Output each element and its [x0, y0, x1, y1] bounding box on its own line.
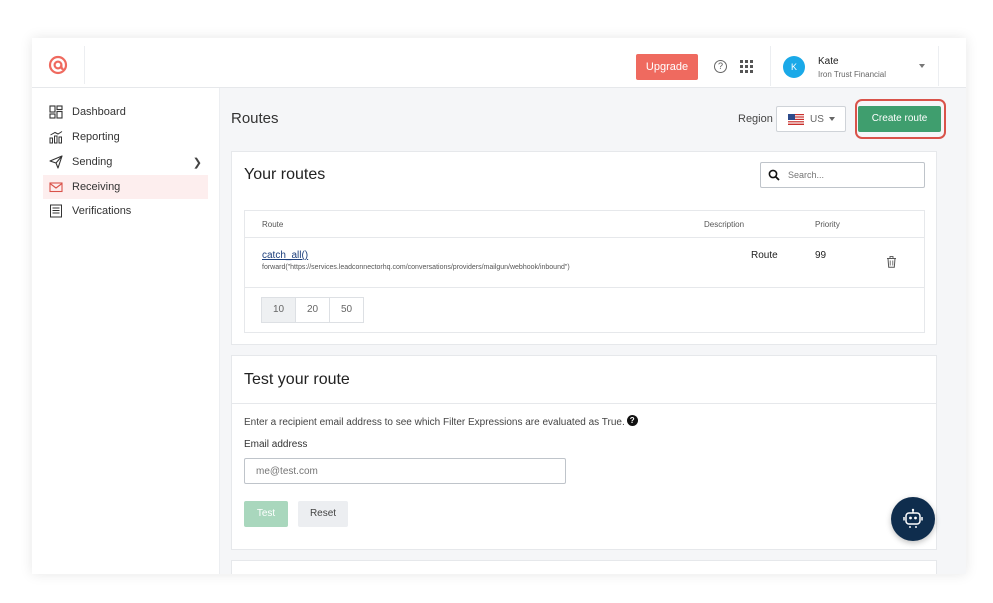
top-bar: Upgrade ? K Kate Iron Trust Financial	[32, 38, 966, 88]
routes-table: Route Description Priority catch_all() f…	[244, 210, 925, 333]
route-action: forward("https://services.leadconnectorh…	[262, 264, 570, 271]
divider	[770, 46, 771, 86]
robot-icon	[903, 508, 923, 528]
card-title: Your routes	[244, 166, 326, 183]
column-header-description: Description	[704, 220, 745, 229]
test-button[interactable]: Test	[244, 501, 288, 527]
search-input[interactable]	[788, 170, 918, 180]
sidebar-item-sending[interactable]: Sending ❯	[43, 150, 208, 174]
test-route-card: Test your route Enter a recipient email …	[231, 355, 937, 550]
route-description: Route	[751, 250, 778, 261]
us-flag-icon	[788, 113, 804, 125]
divider	[938, 46, 939, 86]
apps-grid-icon[interactable]	[740, 60, 753, 73]
sidebar-item-verifications[interactable]: Verifications	[43, 199, 208, 223]
test-description-text: Enter a recipient email address to see w…	[244, 417, 625, 428]
user-name[interactable]: Kate	[818, 56, 839, 67]
page-title: Routes	[231, 110, 279, 127]
user-organization: Iron Trust Financial	[818, 70, 887, 79]
card-title: Test your route	[244, 371, 350, 388]
avatar[interactable]: K	[783, 56, 805, 78]
sidebar-item-label: Reporting	[72, 131, 120, 143]
region-value: US	[810, 113, 824, 125]
sidebar-item-reporting[interactable]: Reporting	[43, 125, 208, 149]
mail-icon	[49, 182, 63, 193]
page-size-50[interactable]: 50	[329, 297, 364, 323]
sidebar-item-label: Sending	[72, 156, 113, 168]
region-select[interactable]: US	[776, 106, 846, 132]
mailgun-logo-icon[interactable]	[48, 55, 68, 75]
info-icon[interactable]: ?	[626, 415, 638, 426]
trash-icon[interactable]	[886, 256, 897, 268]
list-icon	[50, 204, 62, 218]
divider	[84, 46, 85, 84]
next-card	[231, 560, 937, 574]
sidebar-item-label: Receiving	[72, 181, 121, 193]
region-label: Region	[738, 113, 773, 125]
routes-card: Your routes Route Description Priority c…	[231, 151, 937, 345]
email-label: Email address	[244, 439, 308, 450]
help-icon[interactable]: ?	[714, 60, 727, 73]
sidebar-item-label: Verifications	[72, 205, 132, 217]
column-header-route: Route	[262, 220, 284, 229]
divider	[245, 287, 924, 288]
email-field[interactable]	[244, 458, 566, 484]
column-header-priority: Priority	[815, 220, 840, 229]
search-icon	[768, 169, 780, 181]
test-description: Enter a recipient email address to see w…	[244, 415, 638, 428]
page-size-20[interactable]: 20	[295, 297, 330, 323]
divider	[232, 403, 936, 404]
route-expression-link[interactable]: catch_all()	[262, 250, 308, 261]
sidebar-item-label: Dashboard	[72, 106, 126, 118]
create-route-button[interactable]: Create route	[858, 106, 941, 132]
chart-icon	[49, 131, 63, 144]
chat-bot-button[interactable]	[891, 497, 935, 541]
upgrade-button[interactable]: Upgrade	[636, 54, 698, 80]
app-window: Upgrade ? K Kate Iron Trust Financial Da…	[32, 38, 966, 574]
page-size-selector: 10 20 50	[261, 297, 364, 323]
sidebar-item-receiving[interactable]: Receiving	[43, 175, 208, 199]
route-priority: 99	[815, 250, 827, 261]
divider	[245, 237, 924, 238]
caret-down-icon	[828, 117, 835, 121]
dashboard-icon	[49, 105, 63, 119]
chevron-down-icon[interactable]	[919, 64, 925, 68]
reset-button[interactable]: Reset	[298, 501, 348, 527]
page-size-10[interactable]: 10	[261, 297, 296, 323]
search-box[interactable]	[760, 162, 925, 188]
sidebar-item-dashboard[interactable]: Dashboard	[43, 100, 208, 124]
send-icon	[49, 155, 63, 169]
sidebar: Dashboard Reporting Sending ❯ Receiving	[32, 88, 220, 574]
chevron-right-icon[interactable]: ❯	[193, 156, 202, 169]
